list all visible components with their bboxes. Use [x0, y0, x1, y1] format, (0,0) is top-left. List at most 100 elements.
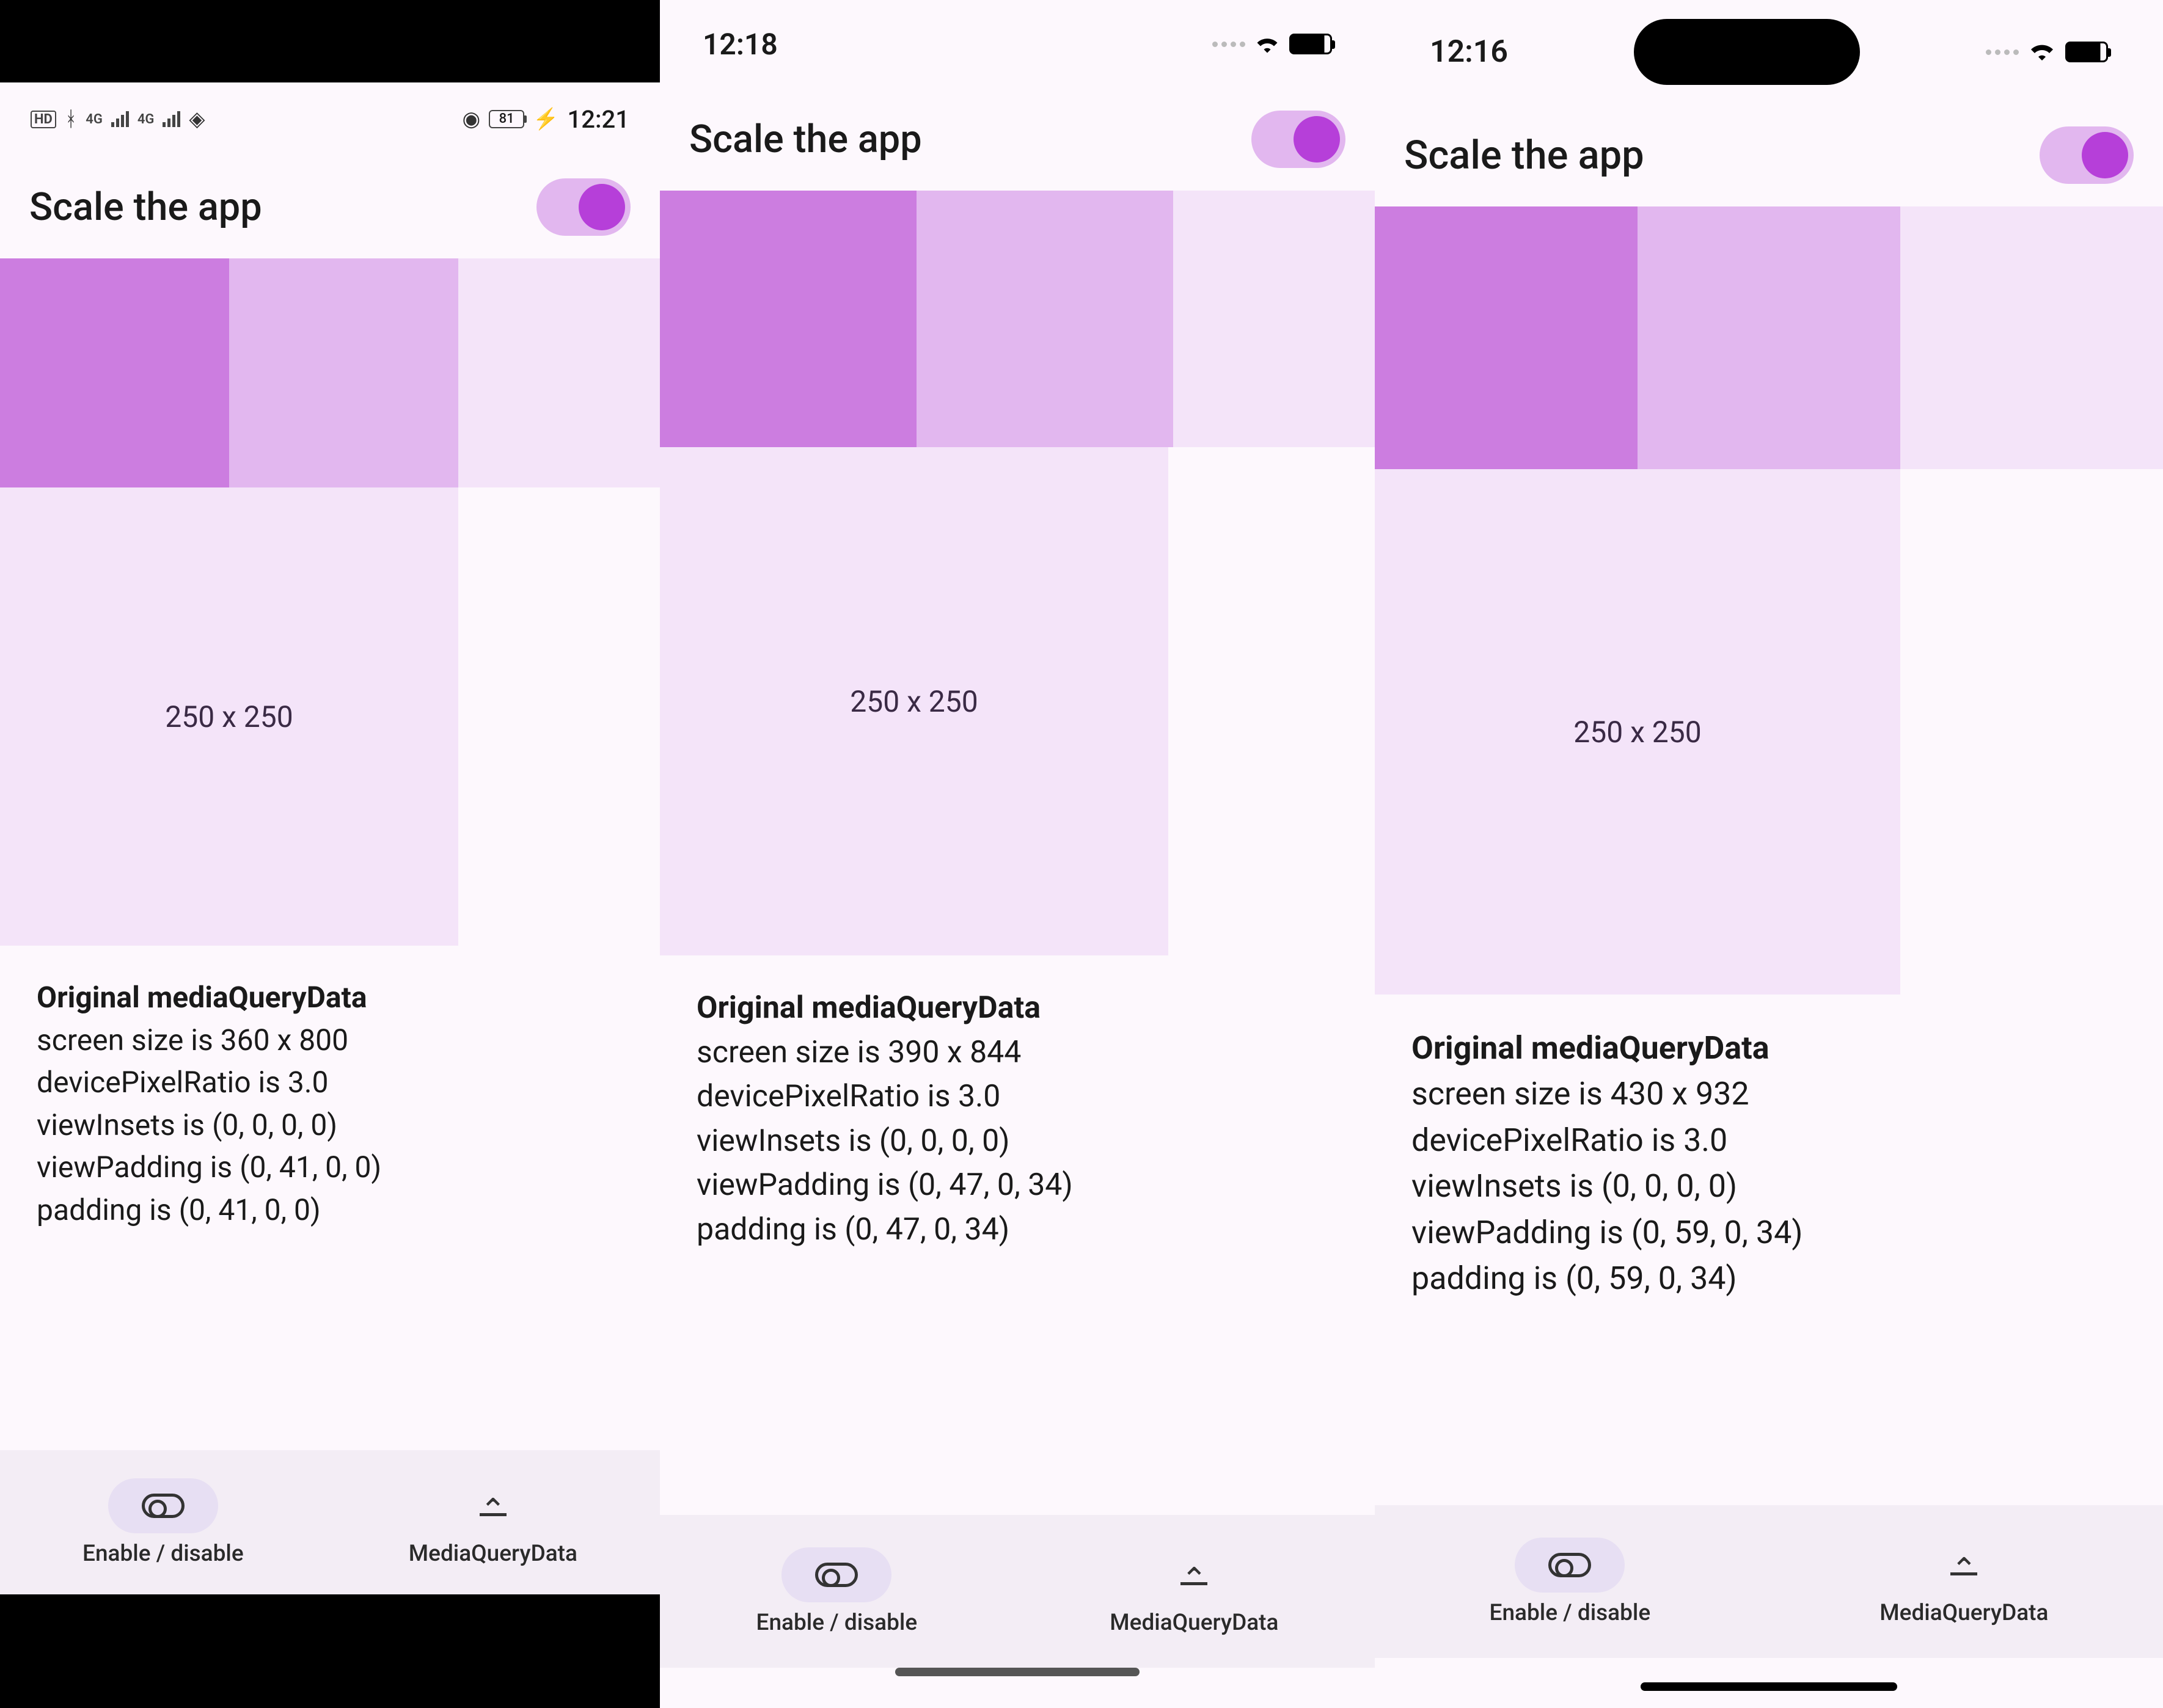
scale-switch[interactable] — [2040, 126, 2134, 184]
nav-icon-pill — [1515, 1538, 1625, 1593]
wifi-icon — [1254, 28, 1281, 60]
expand-less-icon: ⌃ — [1950, 1554, 1977, 1575]
letterbox-bottom — [0, 1594, 660, 1708]
home-indicator[interactable] — [1641, 1682, 1897, 1691]
battery-text: 81 — [499, 111, 514, 126]
media-query-info: Original mediaQueryData screen size is 3… — [660, 955, 1375, 1252]
wifi-icon — [2027, 37, 2057, 67]
info-title: Original mediaQueryData — [697, 986, 1338, 1031]
network-4g-icon: 4G — [137, 112, 155, 127]
expand-less-icon: ⌃ — [480, 1495, 507, 1516]
info-line: padding is (0, 59, 0, 34) — [1411, 1255, 2126, 1301]
size-box-label: 250 x 250 — [850, 684, 978, 719]
info-line: devicePixelRatio is 3.0 — [37, 1061, 623, 1104]
toggle-icon — [1548, 1553, 1591, 1577]
info-line: screen size is 390 x 844 — [697, 1031, 1338, 1075]
info-line: screen size is 430 x 932 — [1411, 1071, 2126, 1117]
phone-ios-3: 12:16 Scale the app 250 x 250 Original m… — [1375, 0, 2163, 1708]
page-title: Scale the app — [29, 185, 262, 230]
bottom-nav: Enable / disable ⌃ MediaQueryData — [660, 1515, 1375, 1668]
toggle-icon — [815, 1563, 858, 1587]
bottom-nav: Enable / disable ⌃ MediaQueryData — [1375, 1505, 2163, 1658]
status-left: 12:18 — [703, 27, 778, 62]
info-line: padding is (0, 41, 0, 0) — [37, 1189, 623, 1232]
size-box: 250 x 250 — [660, 447, 1168, 955]
nav-item-enable[interactable]: Enable / disable — [1490, 1538, 1651, 1626]
nav-item-enable[interactable]: Enable / disable — [756, 1547, 918, 1636]
nav-label: MediaQueryData — [409, 1541, 577, 1567]
info-title: Original mediaQueryData — [1411, 1025, 2126, 1071]
info-line: viewPadding is (0, 59, 0, 34) — [1411, 1210, 2126, 1255]
status-left: 12:16 — [1430, 34, 1508, 70]
info-line: devicePixelRatio is 3.0 — [697, 1075, 1338, 1119]
size-box-label: 250 x 250 — [1573, 715, 1701, 750]
media-query-info: Original mediaQueryData screen size is 4… — [1375, 995, 2163, 1301]
status-time: 12:18 — [703, 27, 778, 62]
app-bar: Scale the app — [660, 88, 1375, 191]
dynamic-island — [1634, 19, 1860, 85]
info-line: padding is (0, 47, 0, 34) — [697, 1208, 1338, 1252]
bottom-nav: Enable / disable ⌃ MediaQueryData — [0, 1450, 660, 1594]
wifi-icon: ◈ — [189, 107, 205, 131]
status-time: 12:16 — [1430, 34, 1508, 70]
color-block-dark — [1375, 206, 1638, 469]
media-query-info: Original mediaQueryData screen size is 3… — [0, 946, 660, 1232]
status-time: 12:21 — [568, 105, 629, 134]
cell-dots-icon — [1212, 42, 1245, 47]
toggle-icon — [142, 1494, 185, 1518]
nav-item-enable[interactable]: Enable / disable — [82, 1478, 244, 1567]
nav-label: Enable / disable — [756, 1610, 918, 1636]
color-block-light — [458, 258, 660, 487]
nav-label: Enable / disable — [82, 1541, 244, 1567]
nav-icon-pill: ⌃ — [1139, 1547, 1249, 1602]
cell-dots-icon — [1986, 49, 2019, 55]
phone-ios-2: 12:18 Scale the app 250 x 250 Original m… — [660, 0, 1375, 1708]
eye-icon: ◉ — [463, 107, 481, 131]
color-row — [660, 191, 1375, 447]
color-row — [0, 258, 660, 487]
bluetooth-icon: ᚼ — [65, 107, 77, 131]
info-title: Original mediaQueryData — [37, 976, 623, 1019]
color-block-dark — [660, 191, 917, 447]
battery-icon — [1289, 34, 1332, 54]
status-right: ◉ 81 ⚡ 12:21 — [463, 105, 630, 134]
page-title: Scale the app — [689, 117, 922, 162]
status-bar: 12:18 — [660, 0, 1375, 88]
nav-item-mediaquery[interactable]: ⌃ MediaQueryData — [1879, 1538, 2048, 1626]
size-box: 250 x 250 — [1375, 469, 1900, 995]
status-right — [1986, 37, 2108, 67]
expand-less-icon: ⌃ — [1180, 1564, 1207, 1585]
nav-label: MediaQueryData — [1110, 1610, 1278, 1636]
nav-label: MediaQueryData — [1879, 1600, 2048, 1626]
color-block-dark — [0, 258, 229, 487]
color-block-mid — [917, 191, 1173, 447]
nav-item-mediaquery[interactable]: ⌃ MediaQueryData — [1110, 1547, 1278, 1636]
scale-switch[interactable] — [1251, 111, 1345, 168]
info-line: viewInsets is (0, 0, 0, 0) — [697, 1119, 1338, 1164]
nav-icon-pill — [108, 1478, 218, 1533]
status-right — [1212, 28, 1332, 60]
info-line: devicePixelRatio is 3.0 — [1411, 1117, 2126, 1163]
phone-android-1: HD ᚼ 4G 4G ◈ ◉ 81 ⚡ 12:21 Scale the app … — [0, 0, 660, 1708]
color-row — [1375, 206, 2163, 469]
charging-icon: ⚡ — [533, 107, 558, 131]
switch-thumb — [579, 184, 625, 230]
page-title: Scale the app — [1404, 132, 1644, 178]
scale-switch[interactable] — [536, 178, 631, 236]
info-line: viewPadding is (0, 47, 0, 34) — [697, 1163, 1338, 1208]
switch-thumb — [2082, 132, 2128, 178]
size-box: 250 x 250 — [0, 487, 458, 946]
color-block-mid — [1638, 206, 1900, 469]
battery-icon: 81 — [489, 110, 524, 128]
size-box-label: 250 x 250 — [165, 699, 293, 734]
nav-icon-pill: ⌃ — [1909, 1538, 2019, 1593]
status-left: HD ᚼ 4G 4G ◈ — [31, 107, 205, 131]
info-line: viewPadding is (0, 41, 0, 0) — [37, 1146, 623, 1189]
status-bar: 12:16 — [1375, 0, 2163, 104]
info-line: viewInsets is (0, 0, 0, 0) — [1411, 1163, 2126, 1209]
nav-item-mediaquery[interactable]: ⌃ MediaQueryData — [409, 1478, 577, 1567]
home-indicator[interactable] — [895, 1668, 1140, 1676]
color-block-mid — [229, 258, 458, 487]
color-block-light — [1900, 206, 2163, 469]
status-bar: HD ᚼ 4G 4G ◈ ◉ 81 ⚡ 12:21 — [0, 82, 660, 156]
